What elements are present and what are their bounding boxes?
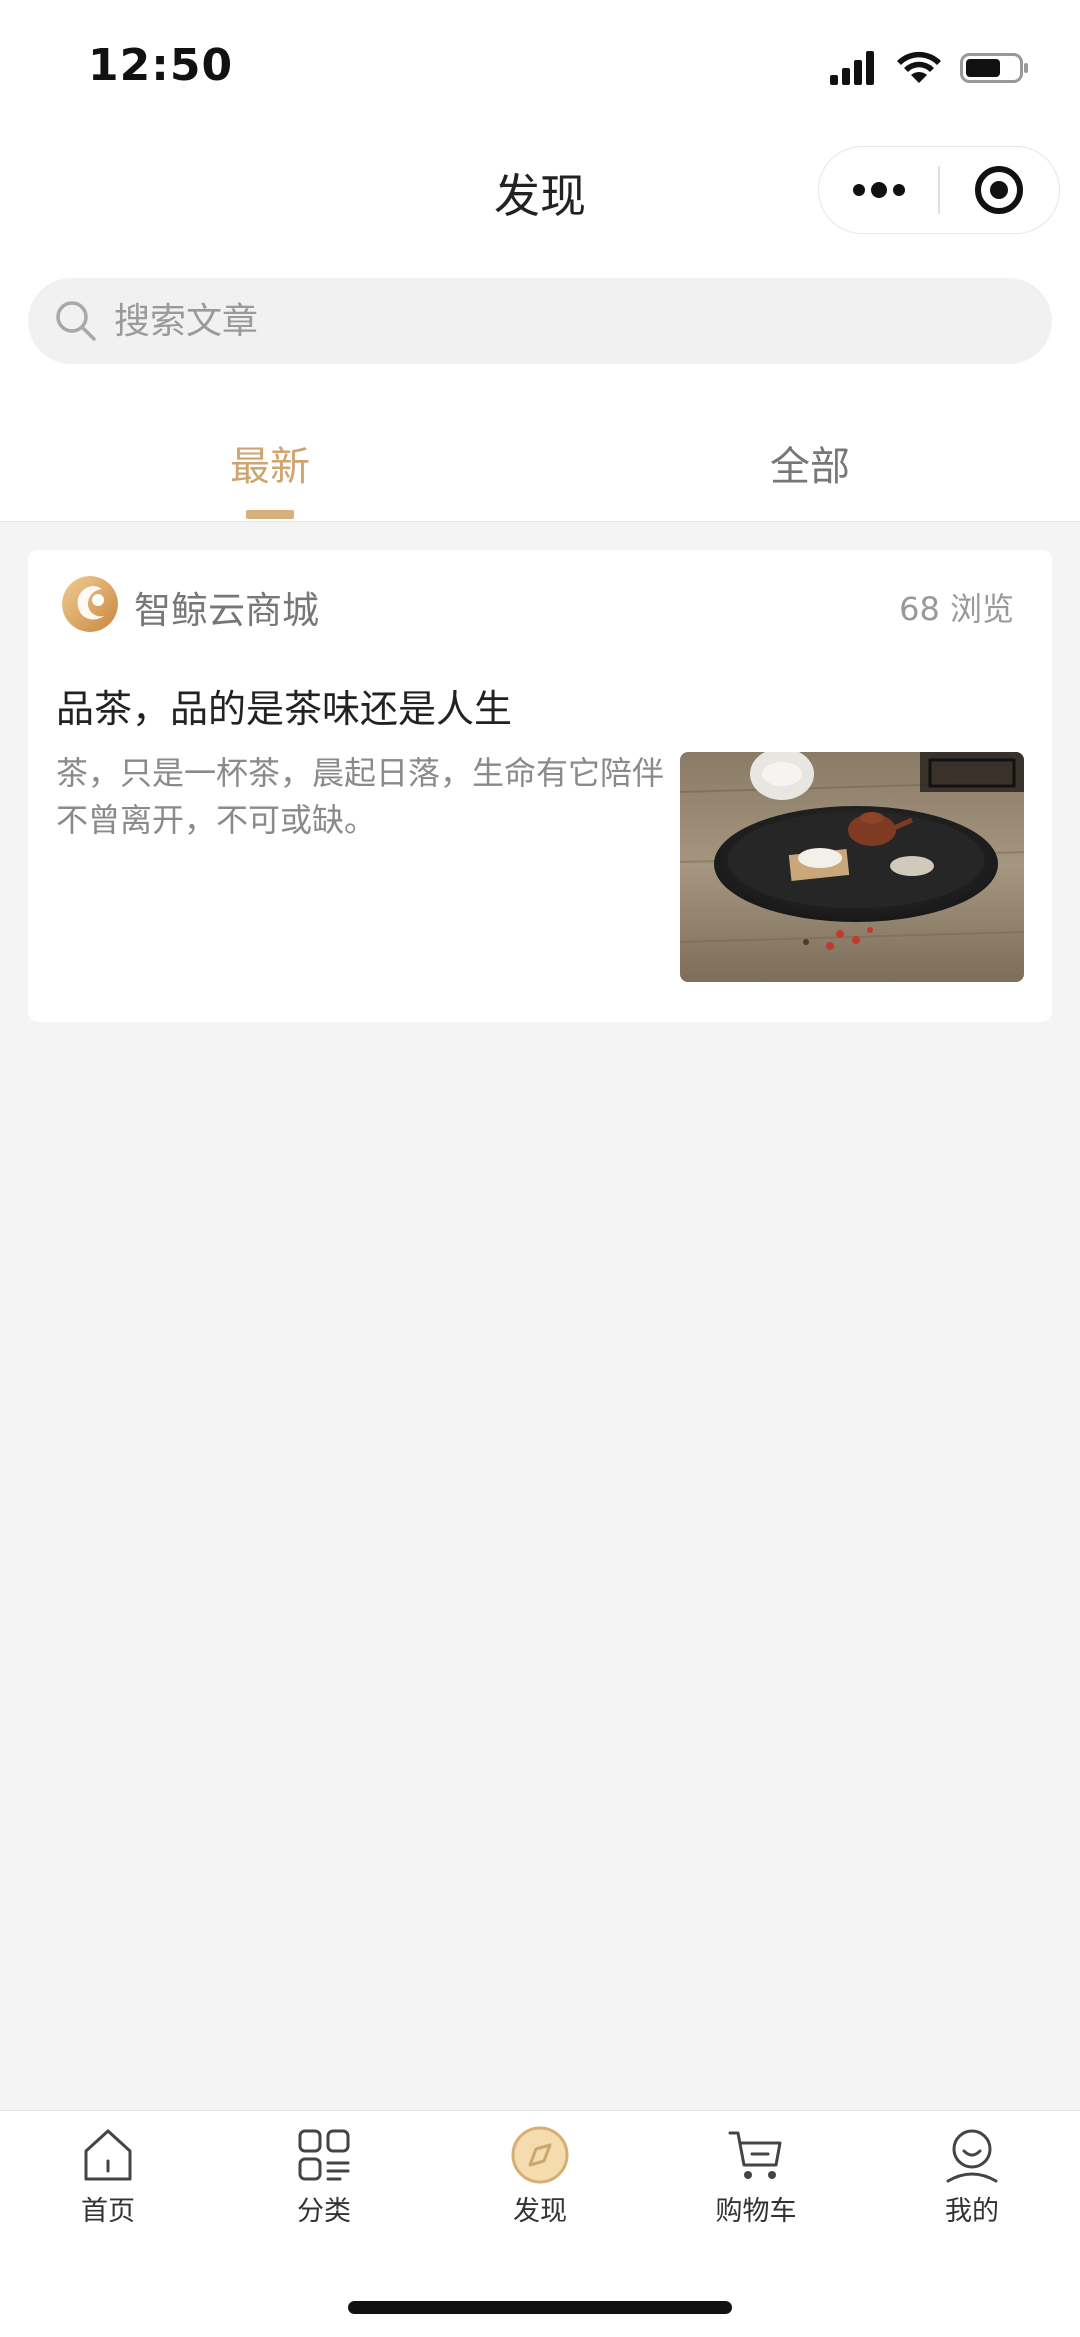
search-icon xyxy=(56,301,96,341)
bottom-tabbar: 首页 分类 发现 购物车 我的 xyxy=(0,2110,1080,2337)
shop-logo xyxy=(62,576,118,632)
tab-active-indicator xyxy=(246,510,294,519)
status-time: 12:50 xyxy=(88,40,234,91)
more-button[interactable] xyxy=(819,146,938,234)
search-input[interactable] xyxy=(114,300,914,342)
tabbar-label: 发现 xyxy=(513,2196,567,2227)
miniprogram-capsule xyxy=(818,146,1060,234)
article-title: 品茶，品的是茶味还是人生 xyxy=(56,687,513,731)
tabbar-item-home[interactable]: 首页 xyxy=(0,2125,216,2245)
search-area xyxy=(0,260,1080,390)
more-icon xyxy=(852,182,905,198)
battery-icon xyxy=(960,53,1028,83)
category-icon xyxy=(298,2129,350,2181)
close-miniprogram-button[interactable] xyxy=(940,146,1059,234)
tabbar-item-discover[interactable]: 发现 xyxy=(432,2125,648,2245)
article-thumbnail xyxy=(680,752,1024,982)
status-bar: 12:50 xyxy=(0,0,1080,130)
tabbar-item-cart[interactable]: 购物车 xyxy=(648,2125,864,2245)
compass-icon xyxy=(511,2126,569,2184)
tabbar-item-profile[interactable]: 我的 xyxy=(864,2125,1080,2245)
tab-latest[interactable]: 最新 xyxy=(120,434,420,492)
tabbar-label: 我的 xyxy=(945,2196,999,2227)
article-source: 智鲸云商城 xyxy=(134,589,319,632)
home-icon xyxy=(84,2129,132,2181)
target-icon xyxy=(975,166,1024,214)
tabbar-label: 分类 xyxy=(297,2196,351,2227)
search-box[interactable] xyxy=(28,278,1052,364)
tab-all[interactable]: 全部 xyxy=(660,434,960,492)
tabbar-label: 首页 xyxy=(81,2196,135,2227)
article-card[interactable]: 智鲸云商城 68 浏览 品茶，品的是茶味还是人生 茶，只是一杯茶，晨起日落，生命… xyxy=(28,550,1052,1022)
nav-bar: 发现 xyxy=(0,130,1080,260)
tabbar-label: 购物车 xyxy=(715,2196,797,2227)
article-tabs: 最新 全部 xyxy=(0,390,1080,522)
profile-icon xyxy=(946,2129,998,2183)
status-icons xyxy=(830,48,1030,88)
cart-icon xyxy=(728,2131,782,2179)
tabbar-item-category[interactable]: 分类 xyxy=(216,2125,432,2245)
signal-icon xyxy=(830,51,874,85)
article-summary: 茶，只是一杯茶，晨起日落，生命有它陪伴不曾离开，不可或缺。 xyxy=(56,754,665,839)
home-indicator xyxy=(348,2301,732,2314)
wifi-icon xyxy=(897,51,941,83)
article-views: 68 浏览 xyxy=(899,590,1014,628)
